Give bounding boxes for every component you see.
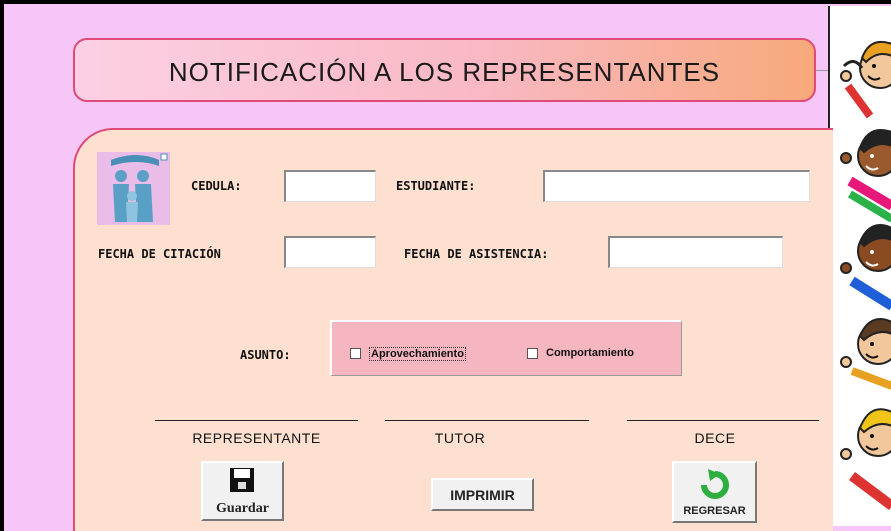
side-illustration-panel — [828, 6, 891, 526]
regresar-button[interactable]: REGRESAR — [672, 461, 757, 523]
signature-label-dece: DECE — [694, 430, 736, 446]
guardar-label: Guardar — [216, 501, 269, 516]
estudiante-label: ESTUDIANTE: — [396, 179, 476, 193]
fecha-citacion-label: FECHA DE CITACIÓN — [98, 247, 221, 261]
floppy-disk-icon — [230, 468, 254, 492]
regresar-label: REGRESAR — [683, 505, 746, 517]
aprovechamiento-checkbox[interactable] — [350, 348, 361, 359]
cedula-input[interactable] — [284, 170, 376, 202]
imprimir-label: IMPRIMIR — [450, 487, 515, 503]
cedula-label: CEDULA: — [191, 179, 242, 193]
signature-line-tutor — [385, 420, 589, 421]
signature-line-dece — [627, 420, 819, 421]
signature-label-tutor: TUTOR — [434, 430, 486, 446]
comportamiento-checkbox[interactable] — [527, 348, 538, 359]
kids-illustration-icon — [840, 40, 891, 510]
fecha-citacion-input[interactable] — [284, 236, 376, 268]
signature-line-representante — [155, 420, 358, 421]
comportamiento-label[interactable]: Comportamiento — [546, 347, 634, 359]
asunto-label: ASUNTO: — [240, 348, 291, 362]
signature-label-representante: REPRESENTANTE — [192, 430, 321, 446]
fecha-asistencia-input[interactable] — [608, 236, 783, 268]
guardar-button[interactable]: Guardar — [201, 461, 284, 521]
family-icon — [97, 152, 170, 225]
title-banner: NOTIFICACIÓN A LOS REPRESENTANTES — [73, 38, 816, 102]
fecha-asistencia-label: FECHA DE ASISTENCIA: — [404, 247, 549, 261]
aprovechamiento-label[interactable]: Aprovechamiento — [369, 347, 466, 361]
return-arrow-icon — [701, 469, 729, 499]
page-title: NOTIFICACIÓN A LOS REPRESENTANTES — [168, 57, 721, 87]
imprimir-button[interactable]: IMPRIMIR — [431, 478, 534, 511]
estudiante-input[interactable] — [543, 170, 810, 202]
app-window: NOTIFICACIÓN A LOS REPRESENTANTES CEDULA… — [0, 0, 891, 531]
